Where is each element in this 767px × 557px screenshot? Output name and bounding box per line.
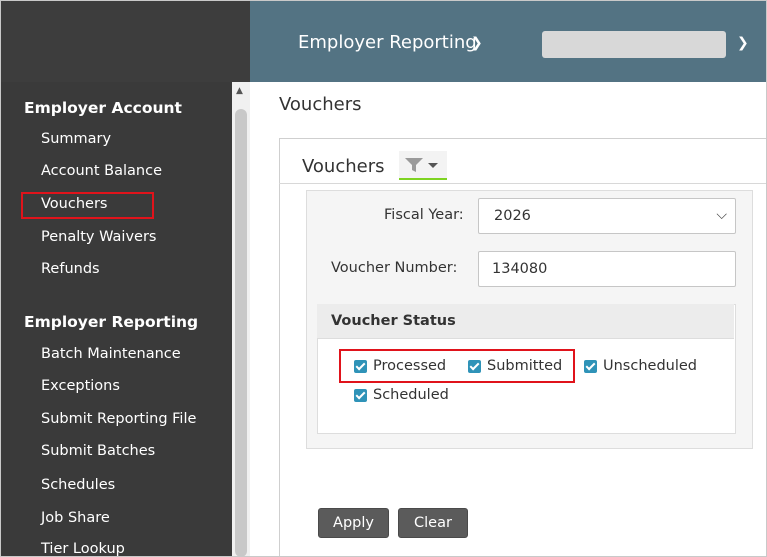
scheduled-label[interactable]: Scheduled [373, 387, 449, 403]
chevron-down-icon[interactable]: ❯ [471, 35, 483, 51]
sidebar-item-exceptions[interactable]: Exceptions [41, 378, 120, 394]
page-title: Vouchers [279, 94, 362, 115]
sidebar-heading-employer-account: Employer Account [24, 99, 182, 117]
sidebar-heading-employer-reporting: Employer Reporting [24, 313, 199, 331]
status-highlight-box [339, 349, 575, 383]
sidebar-item-submit-reporting-file[interactable]: Submit Reporting File [41, 411, 196, 427]
sidebar-item-job-share[interactable]: Job Share [41, 510, 110, 526]
voucher-number-input[interactable]: 134080 [478, 251, 736, 287]
sidebar-item-refunds[interactable]: Refunds [41, 261, 100, 277]
voucher-status-header: Voucher Status [317, 304, 734, 339]
sidebar-scrollbar[interactable]: ▲ [232, 82, 250, 556]
scheduled-checkbox[interactable] [354, 389, 367, 402]
scrollbar-thumb[interactable] [235, 109, 247, 556]
fiscal-year-label: Fiscal Year: [384, 207, 464, 223]
scroll-up-arrow-icon[interactable]: ▲ [236, 86, 243, 96]
filter-toggle-button[interactable] [399, 151, 447, 180]
voucher-number-label: Voucher Number: [331, 260, 458, 276]
voucher-number-value: 134080 [492, 261, 548, 277]
sidebar-item-batch-maintenance[interactable]: Batch Maintenance [41, 346, 181, 362]
sidebar-item-tier-lookup[interactable]: Tier Lookup [41, 541, 125, 556]
apply-button[interactable]: Apply [318, 508, 389, 538]
fiscal-year-value: 2026 [494, 208, 531, 224]
sidebar-item-account-balance[interactable]: Account Balance [41, 163, 162, 179]
unscheduled-label[interactable]: Unscheduled [603, 358, 697, 374]
clear-button[interactable]: Clear [398, 508, 468, 538]
vouchers-highlight-box [21, 192, 154, 219]
panel-title: Vouchers [302, 156, 385, 177]
organization-select[interactable] [542, 31, 726, 58]
panel-separator [279, 183, 766, 184]
voucher-status-title: Voucher Status [331, 313, 456, 329]
app-window: Employer Reporting ❯ ❯ Employer Account … [0, 0, 767, 557]
unscheduled-checkbox[interactable] [584, 360, 597, 373]
fiscal-year-select[interactable]: 2026 ⌵ [478, 198, 736, 234]
nav-menu-employer-reporting[interactable]: Employer Reporting [298, 32, 477, 53]
sidebar: Employer Account Summary Account Balance… [1, 82, 232, 556]
chevron-down-icon[interactable]: ❯ [737, 35, 749, 51]
sidebar-item-schedules[interactable]: Schedules [41, 477, 115, 493]
chevron-down-icon: ⌵ [716, 207, 727, 223]
sidebar-item-summary[interactable]: Summary [41, 131, 111, 147]
filter-icon [405, 158, 438, 172]
sidebar-item-penalty-waivers[interactable]: Penalty Waivers [41, 229, 156, 245]
sidebar-item-submit-batches[interactable]: Submit Batches [41, 443, 155, 459]
